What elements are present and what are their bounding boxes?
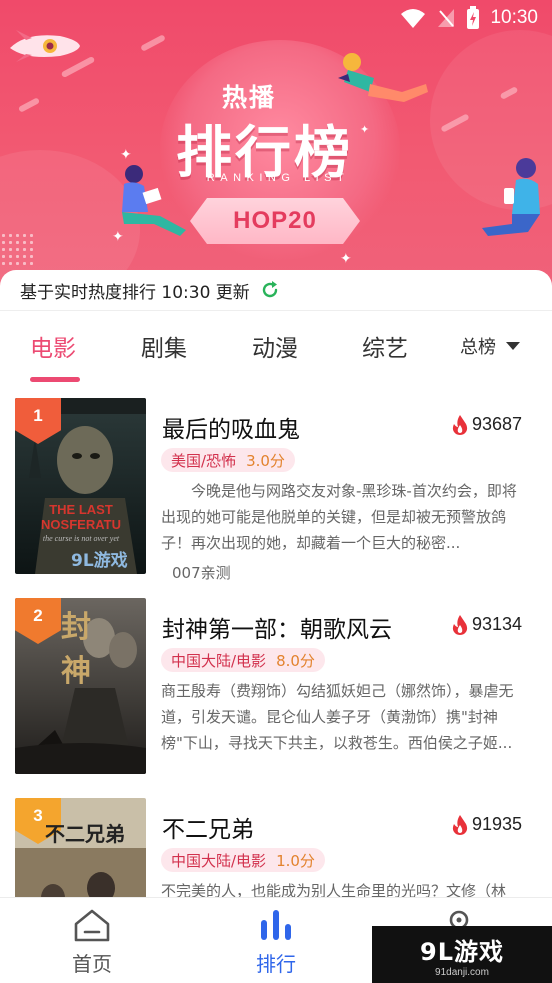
genre-score-tag: 中国大陆/电影 1.0分 — [161, 848, 325, 872]
heat-number: 91935 — [471, 814, 522, 834]
item-description: 今晚是他与网路交友对象-黑珍珠-首次约会，即将出现的她可能是他脱单的关键，但是却… — [161, 482, 517, 552]
signal-off-icon — [438, 9, 455, 27]
score-label: 1.0分 — [276, 851, 315, 870]
nav-home[interactable]: 首页 — [52, 908, 132, 977]
score-label: 8.0分 — [276, 651, 315, 670]
ranking-list: 1 THE LAST NOSFERATU the curse is not ov… — [0, 388, 552, 898]
genre-label: 美国/恐怖 — [171, 451, 237, 470]
status-bar: 10:30 — [0, 0, 552, 36]
active-tab-indicator — [30, 377, 80, 382]
item-title[interactable]: 最后的吸血鬼 — [162, 410, 300, 444]
heat-number: 93134 — [471, 614, 522, 634]
heat-score: 91935 — [452, 814, 522, 835]
genre-score-tag: 中国大陆/电影 8.0分 — [161, 648, 325, 672]
list-item[interactable]: 1 THE LAST NOSFERATU the curse is not ov… — [0, 388, 552, 588]
dot-pattern — [0, 232, 34, 266]
genre-score-tag: 美国/恐怖 3.0分 — [161, 448, 295, 472]
refresh-icon[interactable] — [260, 280, 280, 300]
heat-number: 93687 — [471, 414, 522, 434]
tab-movie[interactable]: 电影 — [30, 329, 76, 363]
poster-title-text: 封神 — [61, 610, 91, 689]
phone-girl-illustration — [482, 158, 540, 236]
poster-title-text: 不二兄弟 — [45, 822, 125, 846]
home-icon — [74, 909, 110, 942]
sparkle-icon: ✦ — [340, 251, 352, 267]
item-description: 商王殷寿（费翔饰）勾结狐妖妲己（娜然饰），暴虐无道，引发天谴。昆仑仙人姜子牙（黄… — [161, 682, 514, 752]
poster-image[interactable]: 3 不二兄弟 — [15, 798, 146, 898]
item-title[interactable]: 不二兄弟 — [162, 810, 254, 844]
ranking-scope-dropdown[interactable]: 总榜 — [460, 333, 520, 359]
poster-title-text: THE LAST NOSFERATU — [41, 502, 121, 532]
item-title[interactable]: 封神第一部：朝歌风云 — [162, 610, 392, 644]
watermark-logo-text: 9L游戏 — [420, 937, 504, 966]
genre-label: 中国大陆/电影 — [171, 651, 267, 670]
ranking-banner: ✦ ✦ ✦ ✦ 10:30 热播 排行榜 RANKING LIST HOP20 — [0, 0, 552, 290]
rank-number: 1 — [33, 406, 43, 425]
wifi-icon — [401, 9, 426, 28]
battery-charging-icon — [467, 6, 480, 29]
rank-number: 2 — [33, 606, 43, 625]
rank-number: 3 — [33, 806, 43, 825]
banner-ribbon: HOP20 — [190, 198, 360, 244]
poster-tagline-text: the curse is not over yet — [42, 534, 120, 543]
caret-down-icon — [506, 342, 520, 350]
tab-variety[interactable]: 综艺 — [362, 329, 408, 363]
banner-streak — [17, 97, 41, 113]
tab-anime[interactable]: 动漫 — [252, 329, 298, 363]
list-item[interactable]: 3 不二兄弟 不二兄弟 91935 中国大陆/电影 1.0分 不完美的人，也能成… — [0, 788, 552, 898]
banner-streak — [140, 34, 166, 52]
ranking-icon — [261, 910, 291, 940]
dropdown-value: 总榜 — [460, 337, 496, 358]
list-item[interactable]: 2 封神 封神第一部：朝歌风云 93134 中国大陆/电影 8.0分 商王殷寿（… — [0, 588, 552, 788]
banner-subtitle: RANKING LIST — [206, 172, 350, 184]
category-tabs: 电影 剧集 动漫 综艺 总榜 — [0, 310, 552, 388]
update-info-bar: 基于实时热度排行 10:30 更新 — [0, 270, 552, 310]
ribbon-text: HOP20 — [233, 207, 317, 234]
source-label: 007亲测 — [172, 564, 231, 582]
site-watermark: 9L游戏 91danji.com — [372, 926, 552, 983]
item-description: 不完美的人，也能成为别人生命里的光吗？文修（林 — [161, 882, 507, 898]
genre-label: 中国大陆/电影 — [171, 851, 267, 870]
update-text: 基于实时热度排行 10:30 更新 — [20, 282, 250, 303]
nav-ranking[interactable]: 排行 — [236, 908, 316, 977]
fire-icon — [452, 614, 468, 635]
heat-score: 93687 — [452, 414, 522, 435]
fire-icon — [452, 414, 468, 435]
nav-ranking-label: 排行 — [256, 952, 296, 976]
heat-score: 93134 — [452, 614, 522, 635]
poster-image[interactable]: 2 封神 — [15, 598, 146, 774]
poster-image[interactable]: 1 THE LAST NOSFERATU the curse is not ov… — [15, 398, 146, 574]
score-label: 3.0分 — [246, 451, 285, 470]
tab-series[interactable]: 剧集 — [141, 329, 187, 363]
fire-icon — [452, 814, 468, 835]
status-time: 10:30 — [490, 7, 538, 28]
watermark-url: 91danji.com — [435, 966, 489, 978]
nav-home-label: 首页 — [72, 952, 112, 976]
poster-watermark: 9L游戏 — [71, 551, 128, 571]
